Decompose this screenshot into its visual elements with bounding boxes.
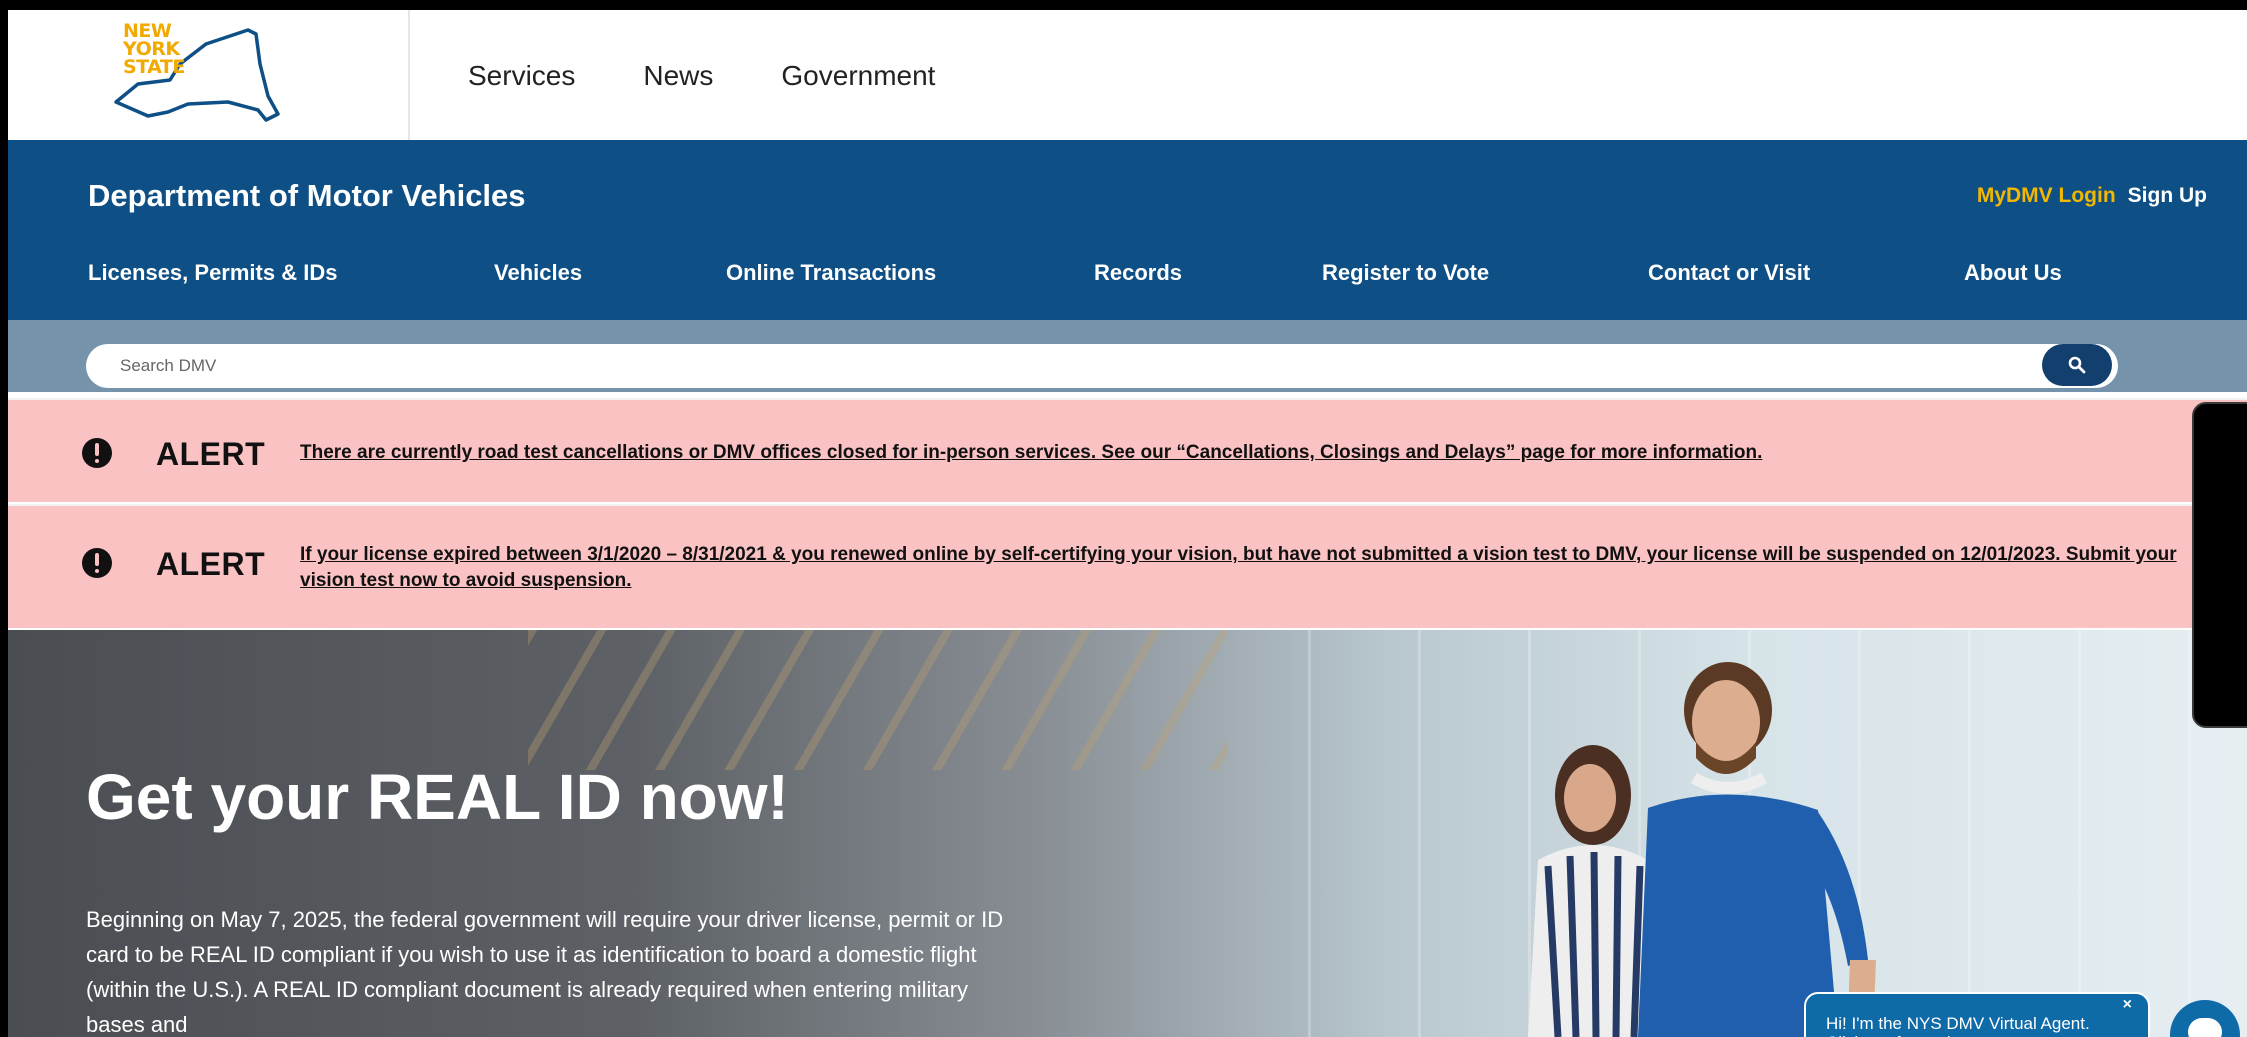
nys-logo-text: NEW YORK STATE bbox=[123, 22, 185, 78]
nav-register-to-vote[interactable]: Register to Vote bbox=[1322, 260, 1489, 286]
close-icon[interactable]: × bbox=[2123, 996, 2132, 1014]
top-nav-government[interactable]: Government bbox=[781, 60, 935, 92]
nav-online-transactions[interactable]: Online Transactions bbox=[726, 260, 936, 286]
page: NEW YORK STATE Services News Government … bbox=[8, 10, 2247, 1037]
agency-nav: Licenses, Permits & IDs Vehicles Online … bbox=[8, 260, 2247, 296]
state-header: NEW YORK STATE Services News Government bbox=[8, 10, 2247, 140]
search-bar bbox=[8, 320, 2247, 392]
alert-link-closings[interactable]: There are currently road test cancellati… bbox=[300, 440, 1762, 466]
nav-records[interactable]: Records bbox=[1094, 260, 1182, 286]
agency-title[interactable]: Department of Motor Vehicles bbox=[88, 178, 526, 214]
top-nav-news[interactable]: News bbox=[643, 60, 713, 92]
virtual-agent-text: Hi! I'm the NYS DMV Virtual Agent. Click… bbox=[1826, 1014, 2090, 1037]
sign-up-link[interactable]: Sign Up bbox=[2128, 184, 2207, 208]
search-icon bbox=[2068, 356, 2086, 374]
header-divider bbox=[408, 10, 410, 140]
alert-banner: ALERT If your license expired between 3/… bbox=[8, 504, 2247, 628]
hero-banner: Get your REAL ID now! Beginning on May 7… bbox=[8, 630, 2247, 1037]
hero-background-beams bbox=[528, 630, 1228, 770]
side-overlay-panel bbox=[2192, 402, 2247, 728]
search-button[interactable] bbox=[2042, 344, 2112, 386]
mydmv-login-link[interactable]: MyDMV Login bbox=[1977, 184, 2116, 208]
hero-body: Beginning on May 7, 2025, the federal go… bbox=[86, 907, 1004, 1037]
hero-title: Get your REAL ID now! bbox=[86, 761, 789, 833]
nav-contact-or-visit[interactable]: Contact or Visit bbox=[1648, 260, 1810, 286]
search-input[interactable] bbox=[120, 352, 2020, 380]
account-links: MyDMV Login Sign Up bbox=[1977, 184, 2207, 208]
exclamation-icon bbox=[82, 438, 112, 468]
logo-line-3: STATE bbox=[123, 56, 185, 78]
top-nav: Services News Government bbox=[468, 60, 935, 92]
virtual-agent-bubble[interactable]: Hi! I'm the NYS DMV Virtual Agent. Click… bbox=[1804, 992, 2150, 1037]
nav-licenses-permits-ids[interactable]: Licenses, Permits & IDs bbox=[88, 260, 337, 286]
alert-label: ALERT bbox=[156, 436, 266, 472]
nav-about-us[interactable]: About Us bbox=[1964, 260, 2062, 286]
alert-link-vision-test[interactable]: If your license expired between 3/1/2020… bbox=[300, 542, 2230, 594]
search-field bbox=[86, 344, 2118, 388]
top-nav-services[interactable]: Services bbox=[468, 60, 575, 92]
alert-banner: ALERT There are currently road test canc… bbox=[8, 398, 2247, 502]
agency-header: Department of Motor Vehicles MyDMV Login… bbox=[8, 140, 2247, 320]
nav-vehicles[interactable]: Vehicles bbox=[494, 260, 582, 286]
hero-travelers-image bbox=[1528, 662, 1876, 1037]
alert-label: ALERT bbox=[156, 546, 266, 582]
exclamation-icon bbox=[82, 548, 112, 578]
